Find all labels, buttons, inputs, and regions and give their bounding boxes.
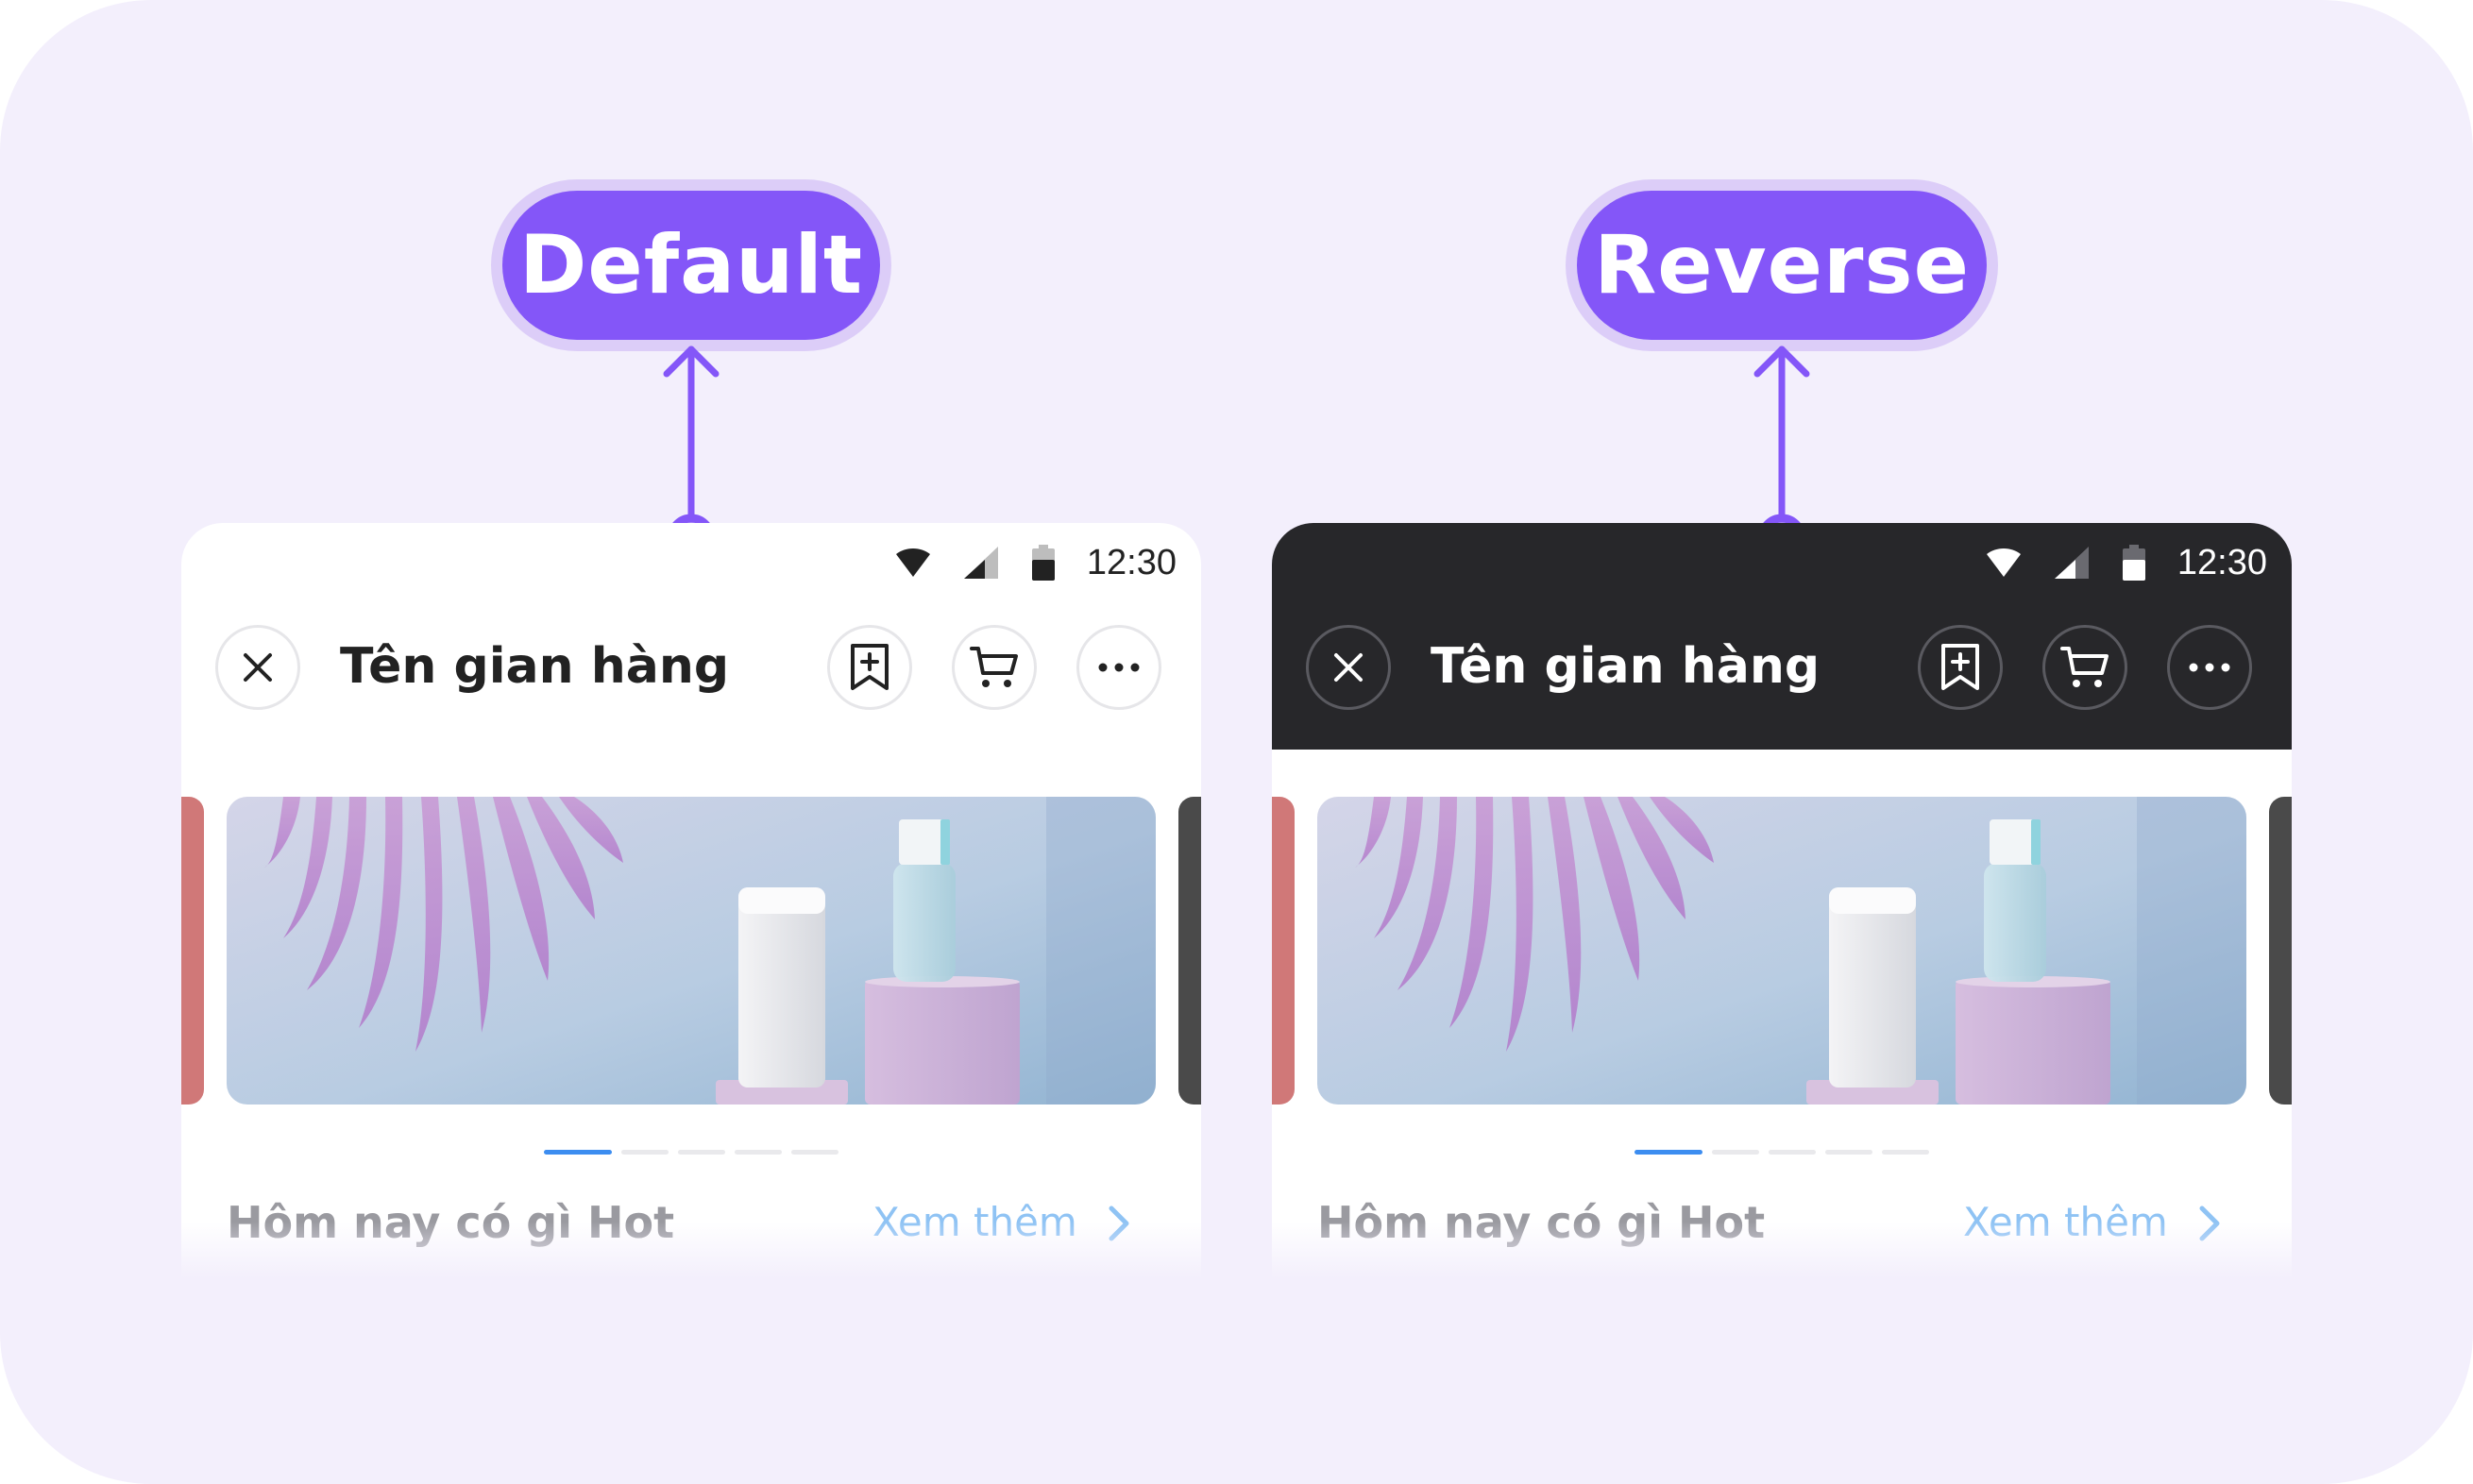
status-bar: 12:30: [1985, 542, 2267, 582]
bookmark-button[interactable]: [827, 625, 912, 710]
reverse-screen: 12:30 Tên gian hàng: [1272, 523, 2292, 1278]
promo-banner[interactable]: [1317, 797, 2246, 1105]
bookmark-button[interactable]: [1918, 625, 2003, 710]
cart-icon: [2060, 647, 2109, 687]
battery-icon: [1031, 545, 1055, 581]
status-time: 12:30: [1086, 542, 1177, 582]
carousel-dot[interactable]: [791, 1150, 838, 1155]
signal-icon: [2054, 547, 2089, 579]
bottom-fade: [181, 1222, 1201, 1278]
carousel-indicator: [544, 1150, 838, 1155]
prev-banner-peek[interactable]: [1272, 797, 1295, 1105]
store-title: Tên gian hàng: [340, 638, 730, 695]
next-banner-peek[interactable]: [2269, 797, 2292, 1105]
next-banner-peek[interactable]: [1178, 797, 1201, 1105]
more-icon: [1098, 663, 1140, 672]
status-time: 12:30: [2177, 542, 2267, 582]
carousel-dot[interactable]: [1882, 1150, 1929, 1155]
promo-banner[interactable]: [227, 797, 1156, 1105]
banner-image: [1317, 797, 2246, 1105]
bookmark-add-icon: [851, 644, 889, 690]
more-icon: [2189, 663, 2230, 672]
default-label-pill: Default: [491, 179, 891, 351]
store-title: Tên gian hàng: [1431, 638, 1821, 695]
default-label: Default: [502, 191, 880, 340]
cart-button[interactable]: [952, 625, 1037, 710]
default-screen: 12:30 Tên gian hàng: [181, 523, 1201, 1278]
bookmark-add-icon: [1941, 644, 1979, 690]
wifi-icon: [1986, 548, 2021, 577]
cart-button[interactable]: [2042, 625, 2127, 710]
wifi-icon: [895, 548, 930, 577]
canvas: Default Reverse 12:30 Tên gian hàng 12:3…: [0, 0, 2473, 1484]
more-button[interactable]: [2167, 625, 2252, 710]
reverse-label-pill: Reverse: [1566, 179, 1998, 351]
carousel-dot[interactable]: [735, 1150, 782, 1155]
carousel-indicator: [1635, 1150, 1929, 1155]
close-icon: [1334, 653, 1363, 682]
prev-banner-peek[interactable]: [181, 797, 204, 1105]
carousel-dot[interactable]: [621, 1150, 669, 1155]
close-button[interactable]: [1306, 625, 1391, 710]
carousel-dot[interactable]: [678, 1150, 725, 1155]
status-bar: 12:30: [894, 542, 1177, 582]
carousel-dot[interactable]: [1769, 1150, 1816, 1155]
carousel-dot[interactable]: [1712, 1150, 1759, 1155]
close-icon: [244, 653, 272, 682]
reverse-label: Reverse: [1577, 191, 1987, 340]
signal-icon: [963, 547, 998, 579]
carousel-dot-active[interactable]: [1635, 1150, 1702, 1155]
cart-icon: [970, 647, 1018, 687]
more-button[interactable]: [1076, 625, 1161, 710]
banner-image: [227, 797, 1156, 1105]
bottom-fade: [1272, 1222, 2292, 1278]
carousel-dot-active[interactable]: [544, 1150, 612, 1155]
carousel-dot[interactable]: [1825, 1150, 1872, 1155]
battery-icon: [2122, 545, 2145, 581]
close-button[interactable]: [215, 625, 300, 710]
